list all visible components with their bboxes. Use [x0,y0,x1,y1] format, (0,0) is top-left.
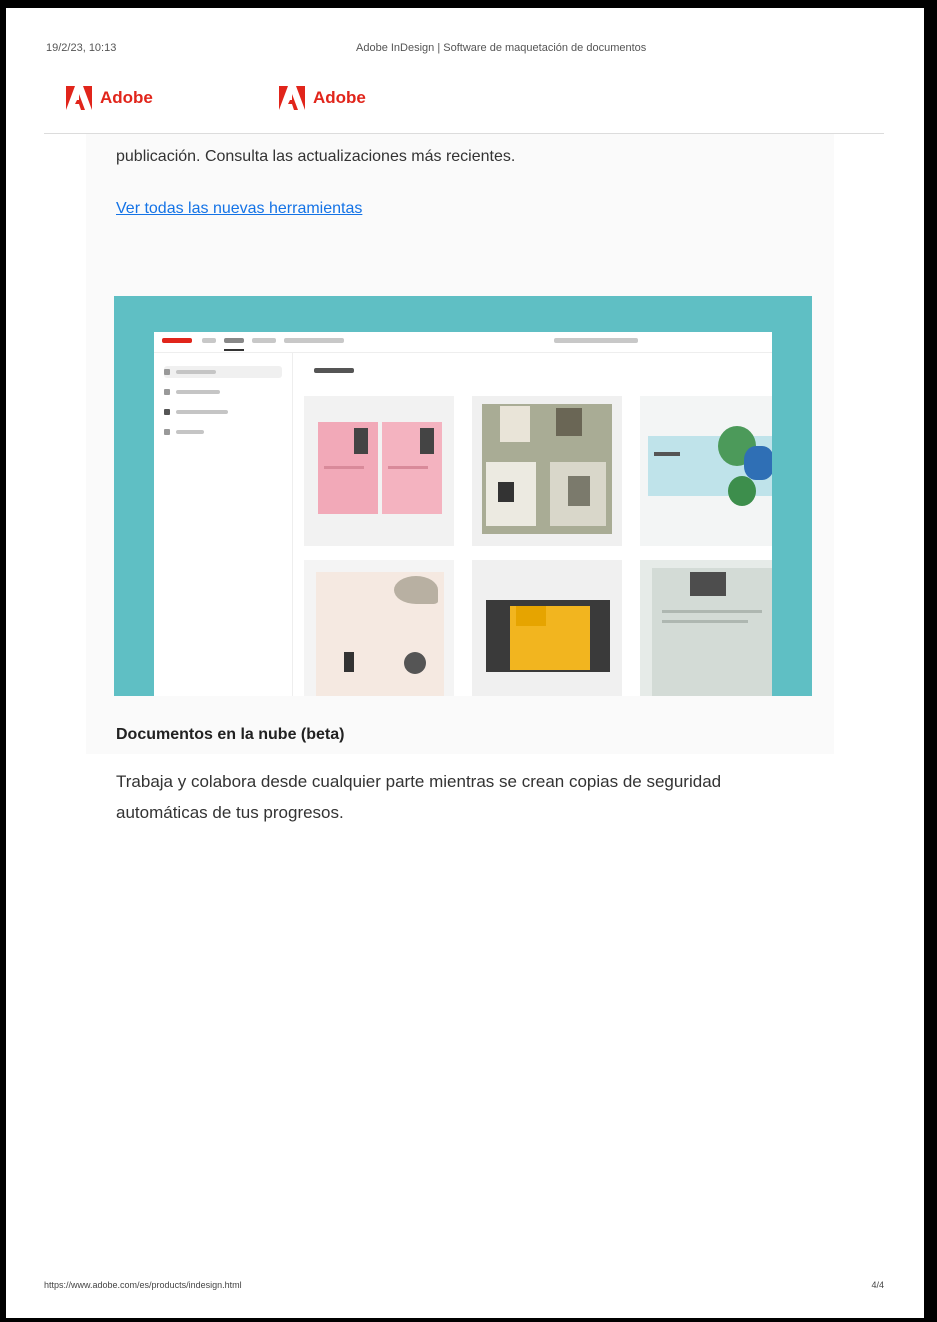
hero-image [114,296,812,696]
document-thumbnail [640,396,772,546]
section-title: Documentos en la nube (beta) [116,726,345,743]
app-menu-item [284,338,344,343]
adobe-logo-icon [279,86,305,110]
app-grid-title [314,368,354,373]
app-sidebar [154,352,293,696]
app-menu-item [202,338,216,343]
app-sidebar-item [164,366,282,378]
adobe-logo[interactable]: Adobe [279,86,366,110]
app-menu-item [252,338,276,343]
document-thumbnail [304,396,454,546]
adobe-logo-text: Adobe [313,88,366,107]
print-date: 19/2/23, 10:13 [46,42,117,54]
app-topbar [154,332,772,353]
see-all-tools-link[interactable]: Ver todas las nuevas herramientas [116,200,362,218]
app-active-tab-underline [224,349,244,351]
lead-paragraph: publicación. Consulta las actualizacione… [116,148,516,165]
document-thumbnail [472,396,622,546]
app-sidebar-item [164,406,282,418]
document-thumbnail [472,560,622,696]
print-header: 19/2/23, 10:13 Adobe InDesign | Software… [46,42,884,60]
app-search-field [554,338,638,343]
app-sidebar-item [164,386,282,398]
print-page-title: Adobe InDesign | Software de maquetación… [356,42,647,54]
adobe-logo[interactable]: Adobe [66,86,153,110]
document-page: 19/2/23, 10:13 Adobe InDesign | Software… [6,8,924,1318]
app-sidebar-item [164,426,282,438]
app-menu-item [224,338,244,343]
app-screenshot [154,332,772,696]
print-page-number: 4/4 [871,1280,884,1290]
section-body: Trabaja y colabora desde cualquier parte… [116,772,722,822]
adobe-logo-text: Adobe [100,88,153,107]
document-thumbnail [640,560,772,696]
print-footer-url: https://www.adobe.com/es/products/indesi… [44,1280,242,1290]
app-logo-mark [162,338,192,343]
adobe-logo-icon [66,86,92,110]
document-thumbnail [304,560,454,696]
